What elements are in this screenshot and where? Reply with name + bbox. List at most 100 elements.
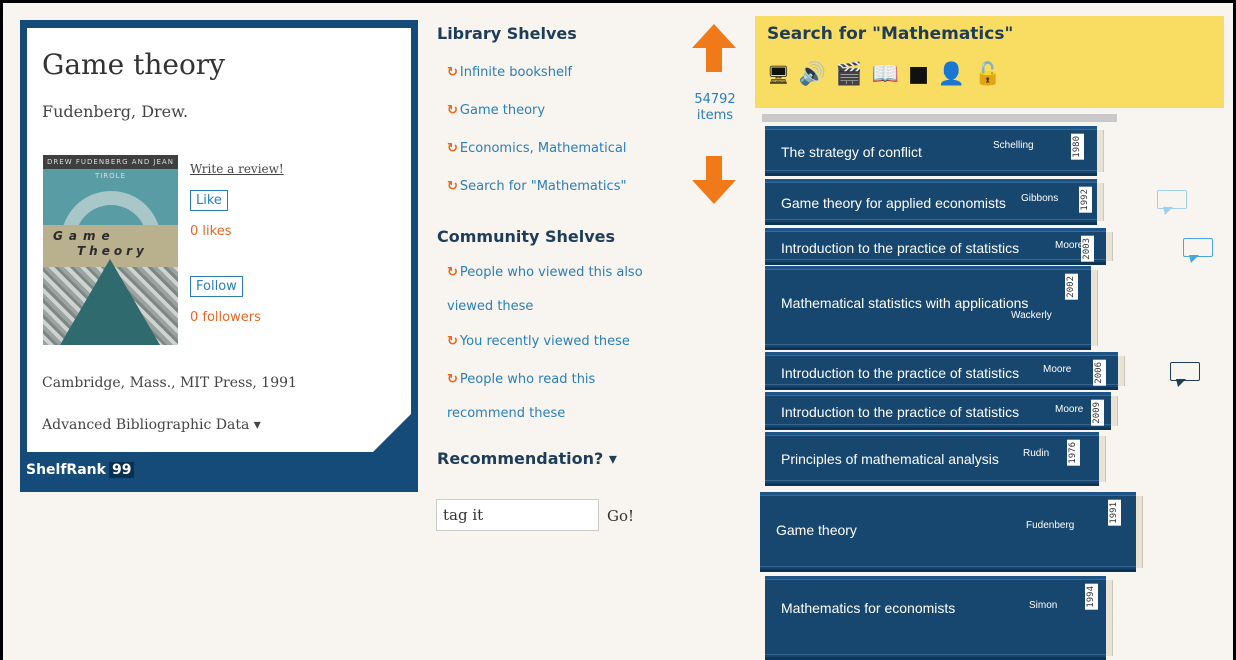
spine-stripe (765, 170, 1097, 171)
book-spine[interactable]: Mathematical statistics with application… (765, 266, 1091, 350)
refresh-icon: ↻ (447, 334, 458, 349)
spine-stripe (765, 269, 1091, 270)
book-spine-title: Mathematical statistics with application… (781, 295, 1029, 311)
book-spine[interactable]: Game theory for applied economists Gibbon… (765, 179, 1097, 225)
frame-left-border (0, 0, 3, 660)
book-spine-title: The strategy of conflict (781, 144, 922, 160)
spine-stripe (765, 384, 1118, 385)
media-type-icons: 🖥 🔊 🎬 📖 ■ 👤 🔓 (767, 62, 1011, 87)
spine-stripe (765, 231, 1106, 232)
shelf-link-search-mathematics[interactable]: ↻ Search for "Mathematics" (447, 170, 626, 204)
book-spine-author: Schelling (993, 140, 1034, 151)
reader-icon[interactable]: 👤 (938, 62, 965, 87)
book-spine-year: 2009 (1091, 400, 1104, 426)
book-spine[interactable]: The strategy of conflict Schelling 1980 (765, 126, 1097, 176)
spine-stripe (765, 129, 1097, 130)
write-review-link[interactable]: Write a review! (190, 162, 284, 176)
cover-word-game: Game (53, 229, 116, 243)
book-spine-author: Wackerly (1011, 310, 1052, 321)
book-author[interactable]: Fudenberg, Drew. (42, 102, 188, 121)
book-spine-author: Moore (1055, 404, 1084, 415)
film-frame-icon[interactable]: ■ (908, 62, 929, 87)
book-spine-year: 1991 (1108, 500, 1121, 526)
book-spine-author: Moore (1055, 240, 1084, 251)
book-spine-year: 2006 (1093, 360, 1106, 386)
items-count: 54792 items (690, 92, 740, 124)
spine-stripe (765, 654, 1106, 655)
community-link-read-recommend[interactable]: ↻ People who read this recommend these (447, 363, 627, 431)
book-spine-title: Principles of mathematical analysis (781, 451, 999, 467)
card-corner-fold (373, 414, 411, 452)
open-book-icon[interactable]: 📖 (872, 62, 899, 87)
book-spine-year: 2002 (1065, 274, 1078, 300)
followers-count: 0 followers (190, 310, 261, 325)
clapperboard-icon[interactable]: 🎬 (835, 62, 862, 87)
community-link-viewed-also[interactable]: ↻ People who viewed this also viewed thes… (447, 256, 667, 324)
cover-word-theory: Theory (77, 244, 148, 258)
advanced-bibliographic-toggle[interactable]: Advanced Bibliographic Data ▾ (42, 417, 261, 433)
shelfrank-label: ShelfRank (26, 462, 106, 478)
follow-button[interactable]: Follow (190, 276, 243, 297)
book-spine-author: Gibbons (1021, 193, 1059, 204)
spine-stripe (765, 219, 1097, 220)
tag-input[interactable]: tag it (436, 499, 599, 531)
book-spine-year: 1994 (1085, 584, 1098, 610)
comment-bubble-icon[interactable] (1157, 190, 1187, 216)
lock-icon[interactable]: 🔓 (974, 62, 1001, 87)
book-spine[interactable]: Mathematics for economists Simon 1994 (765, 576, 1106, 660)
speaker-icon[interactable]: 🔊 (799, 62, 826, 87)
book-spine[interactable]: Principles of mathematical analysis Rudin… (765, 432, 1099, 486)
frame-top-border (0, 0, 1236, 3)
book-spine-title: Mathematics for economists (781, 600, 956, 616)
recommendation-heading[interactable]: Recommendation? ▾ (437, 449, 617, 468)
book-spine[interactable]: Introduction to the practice of statisti… (765, 352, 1118, 390)
likes-count: 0 likes (190, 224, 232, 239)
spine-stripe (765, 344, 1091, 345)
cover-top-text: DREW FUDENBERG AND JEAN TIROLE (43, 155, 178, 180)
comment-bubble-icon[interactable] (1183, 238, 1213, 264)
book-spine-author: Simon (1029, 600, 1058, 611)
book-card-body: Game theory Fudenberg, Drew. DREW FUDENB… (27, 28, 411, 452)
shelf-link-economics-mathematical[interactable]: ↻ Economics, Mathematical (447, 132, 626, 166)
spine-stripe (765, 395, 1111, 396)
refresh-icon: ↻ (447, 141, 458, 156)
book-spine-author: Rudin (1023, 448, 1050, 459)
community-link-recently-viewed[interactable]: ↻ You recently viewed these (447, 325, 630, 359)
shelfrank-badge: ShelfRank 99 (26, 462, 135, 478)
go-button[interactable]: Go! (607, 507, 634, 525)
refresh-icon: ↻ (447, 103, 458, 118)
refresh-icon: ↻ (447, 372, 458, 387)
refresh-icon: ↻ (447, 179, 458, 194)
scroll-up-arrow-icon[interactable] (692, 24, 736, 72)
library-shelves-heading: Library Shelves (437, 24, 577, 43)
shelf-link-game-theory[interactable]: ↻ Game theory (447, 94, 545, 128)
book-spine-title: Game theory (776, 522, 857, 538)
spine-stripe (765, 480, 1099, 481)
spine-stripe (765, 355, 1118, 356)
book-spine-author: Moore (1043, 364, 1072, 375)
comment-bubble-icon[interactable] (1170, 362, 1200, 388)
scroll-down-arrow-icon[interactable] (692, 156, 736, 204)
book-spine[interactable]: Introduction to the practice of statisti… (765, 228, 1106, 265)
spine-stripe (765, 182, 1097, 183)
shelfrank-value: 99 (108, 462, 135, 478)
like-button[interactable]: Like (190, 190, 228, 211)
computer-file-icon[interactable]: 🖥 (767, 65, 790, 86)
book-spine-title: Introduction to the practice of statisti… (781, 404, 1020, 420)
spine-stripe (765, 424, 1111, 425)
shelf-link-infinite-bookshelf[interactable]: ↻ Infinite bookshelf (447, 56, 572, 90)
book-spine[interactable]: Introduction to the practice of statisti… (765, 392, 1111, 430)
spine-stripe (765, 435, 1099, 436)
book-spine-year: 1976 (1067, 440, 1080, 466)
search-panel-title: Search for "Mathematics" (767, 24, 1014, 44)
spine-stripe (760, 566, 1136, 567)
cover-triangle (60, 259, 160, 345)
book-cover-image: DREW FUDENBERG AND JEAN TIROLE Game Theo… (43, 155, 178, 345)
community-shelves-heading: Community Shelves (437, 227, 616, 246)
spine-stripe (765, 259, 1106, 260)
book-spine-year: 1992 (1079, 187, 1092, 213)
book-spine-year: 1980 (1071, 134, 1084, 160)
book-spine[interactable]: Game theory Fudenberg 1991 (760, 492, 1136, 572)
spine-stripe (760, 495, 1136, 496)
book-card: Game theory Fudenberg, Drew. DREW FUDENB… (20, 20, 418, 492)
